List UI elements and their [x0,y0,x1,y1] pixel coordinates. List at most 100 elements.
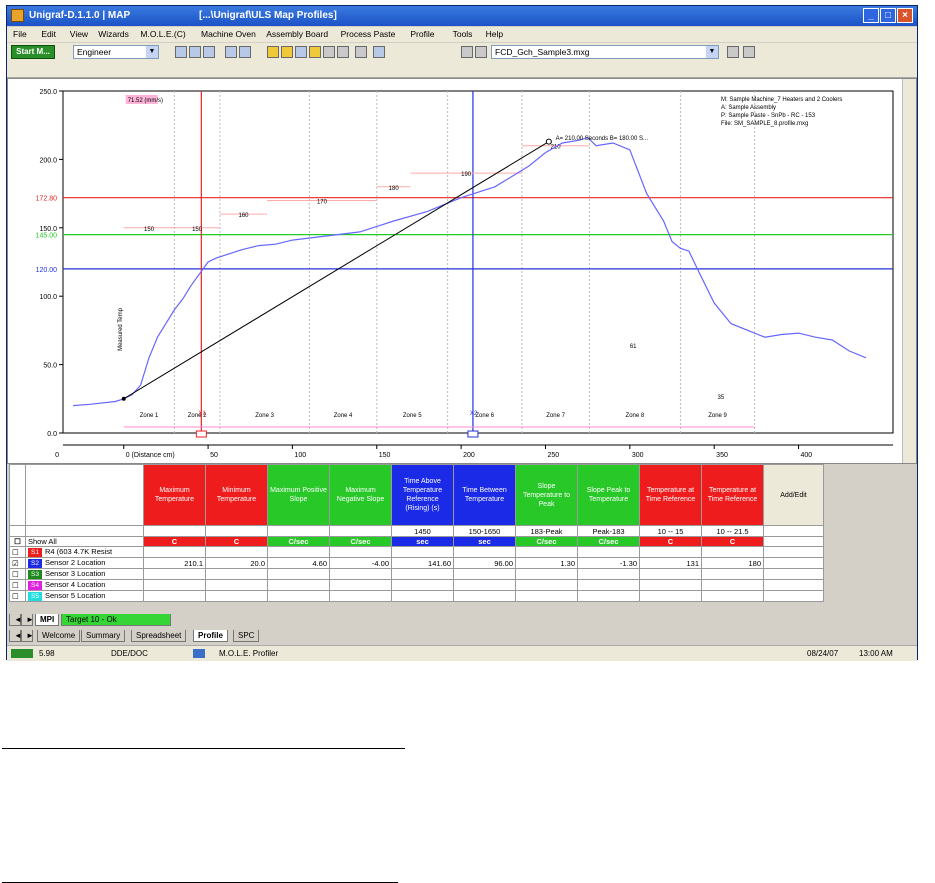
statistics-grid-area: Maximum Temperature Minimum Temperature Ma… [7,464,917,612]
sensor-checkbox[interactable]: ☐ [9,568,26,580]
chevron-down-icon[interactable]: ▼ [706,46,718,58]
last-icon[interactable] [743,46,755,58]
column-header[interactable]: Slope Peak to Temperature [577,464,640,526]
column-header[interactable]: Time Above Temperature Reference (Rising… [391,464,454,526]
column-header[interactable]: Maximum Positive Slope [267,464,330,526]
menu-item-2[interactable]: View [70,29,88,39]
menu-item-4[interactable]: M.O.L.E.(C) [140,29,185,39]
tab-summary[interactable]: Summary [81,630,126,642]
sensor-name: R4 (603 4.7K Resist [45,547,113,557]
tab-welcome[interactable]: Welcome [37,630,81,642]
profile-file-select[interactable]: FCD_Gch_Sample3.mxg ▼ [491,45,719,59]
value-cell [639,568,702,580]
unit-cell: C [143,536,206,547]
column-header[interactable]: Maximum Negative Slope [329,464,392,526]
value-cell [143,590,206,602]
status-time: 13:00 AM [859,649,893,658]
series-line[interactable] [123,141,550,400]
cursor-handle[interactable] [195,430,207,438]
add-edit-column-button[interactable]: Add/Edit [763,464,824,526]
tab-spc[interactable]: SPC [233,630,260,642]
profile-chart[interactable]: 250.0200.0150.0100.050.00.00 (Distance c… [8,79,900,463]
start-button[interactable]: Start M... [11,45,55,59]
column-header[interactable]: Time Between Temperature [453,464,516,526]
menu-item-10[interactable]: Help [486,29,503,39]
zoom-out-icon[interactable] [239,46,251,58]
settings-icon[interactable] [337,46,349,58]
maximize-button[interactable]: □ [880,8,896,23]
menu-item-8[interactable]: Profile [410,29,434,39]
menu-item-0[interactable]: File [13,29,27,39]
next-icon[interactable] [727,46,739,58]
title-bar: Unigraf-D.1.1.0 | MAP [...\Unigraf\ULS M… [7,6,917,26]
subtab-target[interactable]: Target 10 - Ok [61,614,171,626]
save-icon[interactable] [189,46,201,58]
tab-scroll-right-icon[interactable]: ► [21,614,34,626]
sensor-checkbox[interactable]: ☐ [9,546,26,558]
value-cell [577,579,640,591]
profile-info-line: A: Sample Assembly [721,105,776,111]
new-file-icon[interactable] [175,46,187,58]
print-icon[interactable] [203,46,215,58]
status-version: 5.98 [39,649,55,658]
app-title: Unigraf-D.1.1.0 | MAP [29,10,131,21]
menu-bar: File Edit View Wizards M.O.L.E.(C) Machine Ov… [7,27,917,42]
first-icon[interactable] [461,46,473,58]
column-header[interactable]: Minimum Temperature [205,464,268,526]
zone-label: Zone 7 [546,413,565,419]
x-tick-label: 350 [716,452,728,459]
column-header[interactable]: Slope Temperature to Peak [515,464,578,526]
minimize-button[interactable]: _ [863,8,879,23]
setpoint-label: 160 [239,213,250,219]
menu-item-5[interactable]: Machine Oven [201,29,256,39]
unit-cell: C/sec [515,536,578,547]
menu-item-9[interactable]: Tools [453,29,473,39]
tab-profile[interactable]: Profile [193,630,228,642]
tab-scroll-right-icon[interactable]: ► [21,630,34,642]
sensor-checkbox[interactable]: ☐ [9,579,26,591]
ruler-icon[interactable] [309,46,321,58]
zoom-in-icon[interactable] [225,46,237,58]
subtab-mpi[interactable]: MPI [35,614,60,626]
main-tab-bar: ◄ ► Welcome Summary Spreadsheet Profile … [7,629,917,643]
up-arrow-icon[interactable] [475,46,487,58]
start-marker[interactable] [121,396,126,401]
value-cell [205,546,268,558]
column-header[interactable]: Temperature at Time Reference [639,464,702,526]
table-icon[interactable] [295,46,307,58]
tab-scroll-left-icon[interactable]: ◄ [9,630,22,642]
tab-spreadsheet[interactable]: Spreadsheet [131,630,187,642]
menu-item-7[interactable]: Process Paste [341,29,396,39]
peak-marker[interactable] [545,138,552,145]
zone-label: Zone 6 [475,413,494,419]
value-cell [329,579,392,591]
menu-item-6[interactable]: Assembly Board [266,29,328,39]
x-tick-label: 200 [463,452,475,459]
show-all-checkbox[interactable]: ☐ [9,536,26,547]
help-icon[interactable] [373,46,385,58]
tab-scroll-left-icon[interactable]: ◄ [9,614,22,626]
user-select[interactable]: Engineer ▼ [73,45,159,59]
vertical-scrollbar[interactable] [902,79,916,463]
sensor-checkbox[interactable]: ☑ [9,557,26,569]
value-cell [329,590,392,602]
close-button[interactable]: × [897,8,913,23]
grid-cell [9,525,26,537]
menu-item-3[interactable]: Wizards [98,29,129,39]
sensor-row-label: S2 Sensor 2 Location [25,557,144,569]
value-cell [701,590,764,602]
open-icon[interactable] [281,46,293,58]
sensor-checkbox[interactable]: ☐ [9,590,26,602]
column-header[interactable]: Temperature at Time Reference [701,464,764,526]
folder-icon[interactable] [267,46,279,58]
sheet-icon[interactable] [323,46,335,58]
column-header[interactable]: Maximum Temperature [143,464,206,526]
cursor-handle[interactable] [467,430,479,438]
plot-area [62,90,894,434]
menu-item-1[interactable]: Edit [41,29,56,39]
unit-cell: sec [391,536,454,547]
unit-cell: C [639,536,702,547]
clock-icon[interactable] [355,46,367,58]
chevron-down-icon[interactable]: ▼ [146,46,158,58]
zone-label: Zone 8 [626,413,645,419]
